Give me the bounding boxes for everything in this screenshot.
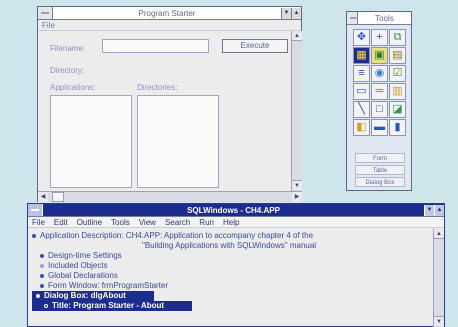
filename-label: Filename: <box>50 44 86 53</box>
scroll-down-arrow-icon[interactable]: ▼ <box>434 316 444 326</box>
maximize-button[interactable]: ▲ <box>434 204 444 216</box>
scroll-bar-tool-icon[interactable]: ═ <box>371 83 388 100</box>
tool-grid: ✥ + ⧉ ▦ ▣ ▤ ≡ ◉ ☑ ▭ ═ ▥ ╲ □ ◪ ◧ ▬ ▮ <box>353 29 406 136</box>
horizontal-scrollbar[interactable]: ◀ ▶ <box>38 191 302 202</box>
dialog-box-button[interactable]: Dialog Box <box>355 177 405 187</box>
rectangle-tool-icon[interactable]: □ <box>371 101 388 118</box>
outline-bullet-icon <box>32 233 36 238</box>
form-button[interactable]: Form <box>355 153 405 163</box>
menu-search[interactable]: Search <box>165 218 190 227</box>
outline-bullet-icon <box>44 303 48 308</box>
outline-item-text: Title: Program Starter - About <box>52 301 165 310</box>
scroll-right-arrow-icon[interactable]: ▶ <box>292 192 302 202</box>
minimize-button[interactable]: ▼ <box>424 204 434 216</box>
outline-item[interactable]: Application Description: CH4.APP: Applic… <box>32 231 429 241</box>
menu-help[interactable]: Help <box>223 218 239 227</box>
system-menu-icon[interactable] <box>28 204 43 216</box>
applications-listbox[interactable] <box>50 95 132 188</box>
tools-title: Tools <box>375 13 394 23</box>
sqlwindows-menubar: File Edit Outline Tools View Search Run … <box>28 217 444 228</box>
outline-bullet-icon <box>40 253 44 258</box>
execute-button[interactable]: Execute <box>222 39 288 53</box>
directories-listbox[interactable] <box>137 95 219 188</box>
push-button-tool-icon[interactable]: ▣ <box>371 47 388 64</box>
outline-item-selected[interactable]: Title: Program Starter - About <box>32 301 192 311</box>
menu-edit[interactable]: Edit <box>54 218 68 227</box>
outline-item-text: "Building Applications with SQLWindows" … <box>142 241 317 250</box>
outline-item-text: Form Window: frmProgramStarter <box>48 281 169 290</box>
scroll-up-arrow-icon[interactable]: ▲ <box>292 31 302 41</box>
outline-item-selected[interactable]: Dialog Box: dlgAbout <box>32 291 154 301</box>
sqlwindows-window: SQLWindows - CH4.APP ▼ ▲ File Edit Outli… <box>27 203 445 327</box>
outline-view[interactable]: Application Description: CH4.APP: Applic… <box>28 229 433 327</box>
pointer-tool-icon[interactable]: ✥ <box>353 29 370 46</box>
radio-button-tool-icon[interactable]: ◉ <box>371 65 388 82</box>
window-title: SQLWindows - CH4.APP <box>187 205 280 215</box>
scroll-up-arrow-icon[interactable]: ▲ <box>434 229 444 239</box>
sqlwindows-titlebar[interactable]: SQLWindows - CH4.APP ▼ ▲ <box>28 204 444 217</box>
menu-outline[interactable]: Outline <box>77 218 102 227</box>
table-button[interactable]: Table <box>355 165 405 175</box>
tools-titlebar[interactable]: Tools <box>347 12 411 25</box>
scroll-left-arrow-icon[interactable]: ◀ <box>38 192 48 202</box>
system-menu-icon[interactable] <box>347 12 358 24</box>
line-tool-icon[interactable]: ╲ <box>353 101 370 118</box>
check-box-tool-icon[interactable]: ☑ <box>389 65 406 82</box>
vertical-scroll-tool-icon[interactable]: ▮ <box>389 119 406 136</box>
vertical-scrollbar[interactable]: ▲ ▼ <box>433 229 444 327</box>
tools-palette: Tools ✥ + ⧉ ▦ ▣ ▤ ≡ ◉ ☑ ▭ ═ ▥ ╲ □ ◪ ◧ ▬ … <box>346 11 412 191</box>
outline-item-text: Design-time Settings <box>48 251 122 260</box>
background-text-tool-icon[interactable]: ◧ <box>353 119 370 136</box>
outline-bullet-icon <box>36 293 40 298</box>
group-box-tool-icon[interactable]: ▤ <box>389 47 406 64</box>
minimize-button[interactable]: ▼ <box>281 7 291 19</box>
data-field-tool-icon[interactable]: ▦ <box>353 47 370 64</box>
maximize-button[interactable]: ▲ <box>291 7 301 19</box>
crosshair-tool-icon[interactable]: + <box>371 29 388 46</box>
table-tool-icon[interactable]: ▥ <box>389 83 406 100</box>
window-title: Program Starter <box>138 8 196 18</box>
outline-item-text: Dialog Box: dlgAbout <box>44 291 126 300</box>
frame-tool-icon[interactable]: ⧉ <box>389 29 406 46</box>
menu-tools[interactable]: Tools <box>111 218 130 227</box>
filename-input[interactable] <box>102 39 209 53</box>
outline-item-text: Included Objects <box>48 261 108 270</box>
menu-file[interactable]: File <box>42 21 55 30</box>
directory-label: Directory: <box>50 66 85 75</box>
picture-tool-icon[interactable]: ◪ <box>389 101 406 118</box>
system-menu-icon[interactable] <box>38 7 53 19</box>
combo-box-tool-icon[interactable]: ▭ <box>353 83 370 100</box>
menu-run[interactable]: Run <box>199 218 214 227</box>
horizontal-scroll-tool-icon[interactable]: ▬ <box>371 119 388 136</box>
scroll-thumb[interactable] <box>52 192 64 202</box>
menu-view[interactable]: View <box>139 218 156 227</box>
menu-file[interactable]: File <box>32 218 45 227</box>
directories-label: Directories: <box>137 83 178 92</box>
outline-item[interactable]: Form Window: frmProgramStarter <box>32 281 429 291</box>
vertical-scrollbar[interactable]: ▲ ▼ <box>291 31 302 191</box>
scroll-down-arrow-icon[interactable]: ▼ <box>292 180 302 190</box>
outline-item-text: Global Declarations <box>48 271 118 280</box>
outline-item[interactable]: Global Declarations <box>32 271 429 281</box>
program-starter-titlebar[interactable]: Program Starter ▼ ▲ <box>38 7 301 20</box>
outline-item[interactable]: Included Objects <box>32 261 429 271</box>
outline-item[interactable]: Design-time Settings <box>32 251 429 261</box>
outline-bullet-icon <box>40 263 44 268</box>
list-box-tool-icon[interactable]: ≡ <box>353 65 370 82</box>
outline-bullet-icon <box>40 283 44 288</box>
program-starter-window: Program Starter ▼ ▲ File Filename: Execu… <box>37 6 302 202</box>
outline-bullet-icon <box>40 273 44 278</box>
applications-label: Applications: <box>50 83 96 92</box>
outline-item-text: Application Description: CH4.APP: Applic… <box>40 231 314 240</box>
program-starter-menubar: File <box>38 20 301 31</box>
outline-item-continuation: "Building Applications with SQLWindows" … <box>32 241 429 251</box>
